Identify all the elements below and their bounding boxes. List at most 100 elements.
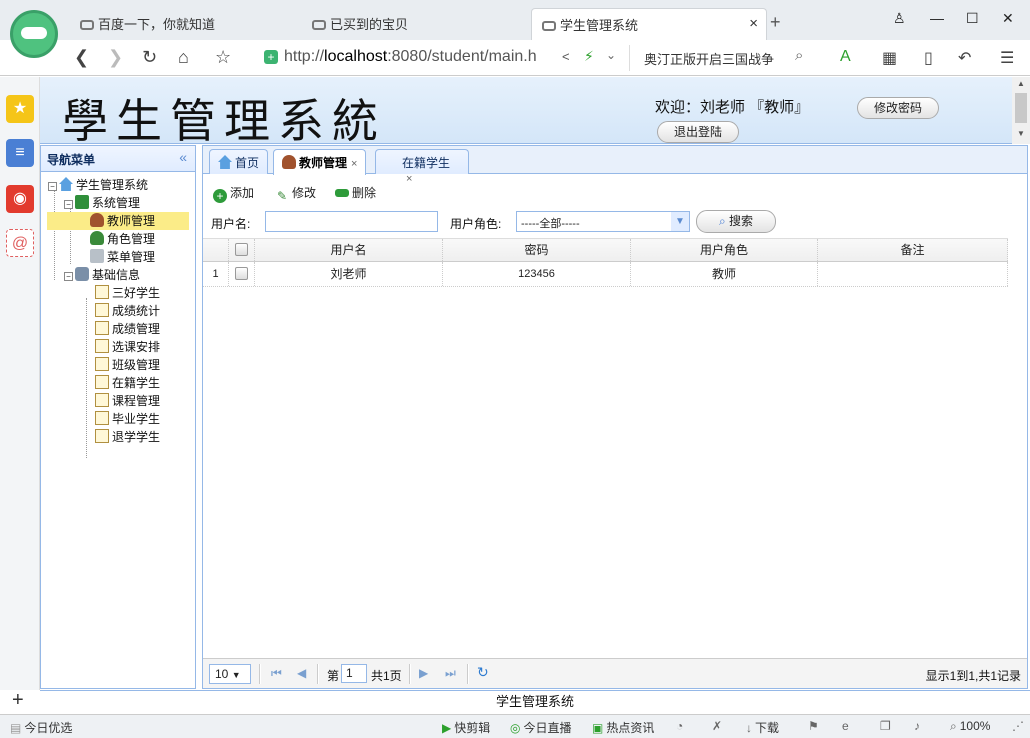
forward-icon[interactable]: ❯ bbox=[108, 47, 123, 68]
prev-page-icon[interactable]: ◀ bbox=[297, 666, 306, 680]
tree-item-role[interactable]: 角色管理 bbox=[90, 230, 155, 248]
tab-favicon-icon bbox=[80, 20, 94, 30]
tree-item-menu[interactable]: 菜单管理 bbox=[90, 248, 155, 266]
resize-grip-icon[interactable]: ⋰ bbox=[1012, 719, 1024, 733]
tab-enrolled-students[interactable]: 在籍学生× bbox=[375, 149, 469, 185]
collapse-toggle-icon[interactable]: − bbox=[64, 200, 73, 209]
quick-edit[interactable]: ▶ 快剪辑 bbox=[442, 719, 490, 736]
zoom-level[interactable]: ⌕ 100% bbox=[950, 719, 990, 734]
tab-teacher-manage[interactable]: 教师管理 × bbox=[273, 149, 367, 175]
last-page-icon[interactable]: ⏭ bbox=[445, 666, 456, 681]
apps-grid-icon[interactable]: ▦ bbox=[882, 48, 897, 68]
collapse-icon[interactable]: « bbox=[179, 149, 187, 165]
change-password-button[interactable]: 修改密码 bbox=[857, 97, 940, 119]
weibo-icon[interactable]: ◉ bbox=[6, 185, 34, 213]
select-all-checkbox[interactable] bbox=[229, 239, 255, 261]
tree-group-base[interactable]: − 基础信息 bbox=[64, 266, 140, 284]
tree-item-graduated[interactable]: 毕业学生 bbox=[95, 410, 160, 428]
tree-item-class-manage[interactable]: 班级管理 bbox=[95, 356, 160, 374]
back-icon[interactable]: ❮ bbox=[74, 47, 89, 68]
refresh-icon[interactable]: ↻ bbox=[477, 664, 489, 681]
favorites-icon[interactable]: ★ bbox=[6, 95, 34, 123]
star-icon[interactable]: ☆ bbox=[215, 47, 231, 68]
collapse-toggle-icon[interactable]: − bbox=[48, 182, 57, 191]
add-sidebar-icon[interactable]: + bbox=[12, 689, 24, 712]
maximize-icon[interactable]: ☐ bbox=[966, 10, 979, 27]
add-button[interactable]: + 添加 bbox=[213, 184, 254, 203]
picks-icon: ▤ bbox=[10, 721, 22, 735]
chevron-down-icon[interactable]: ⌄ bbox=[606, 48, 616, 62]
close-tab-icon[interactable]: × bbox=[351, 158, 357, 170]
url-field[interactable]: + http://localhost:8080/student/main.h <… bbox=[262, 45, 630, 71]
tree-item-course-manage[interactable]: 课程管理 bbox=[95, 392, 160, 410]
next-page-icon[interactable]: ▶ bbox=[419, 666, 428, 680]
search-icon[interactable]: ⌕ bbox=[795, 47, 803, 64]
home-icon[interactable]: ⌂ bbox=[178, 47, 189, 68]
search-suggestion[interactable]: 奥汀正版开启三国战争 bbox=[644, 49, 774, 68]
menu-icon[interactable]: ☰ bbox=[1000, 48, 1014, 68]
email-icon[interactable]: @ bbox=[6, 229, 34, 257]
tree-item-merit-students[interactable]: 三好学生 bbox=[95, 284, 160, 302]
table-row[interactable]: 1 刘老师 123456 教师 bbox=[203, 262, 1008, 287]
close-window-icon[interactable]: ✕ bbox=[1002, 10, 1014, 27]
edit-button[interactable]: ✎ 修改 bbox=[275, 184, 316, 203]
collapse-toggle-icon[interactable]: − bbox=[64, 272, 73, 281]
column-header-note[interactable]: 备注 bbox=[818, 239, 1008, 261]
lightning-icon[interactable]: ⚡ bbox=[584, 48, 594, 65]
browser-tab-purchased[interactable]: 已买到的宝贝 bbox=[302, 8, 528, 40]
tree-root[interactable]: − 学生管理系统 bbox=[48, 176, 148, 194]
page-number-input[interactable]: 1 bbox=[341, 664, 367, 683]
reader-icon[interactable]: ▯ bbox=[924, 48, 933, 68]
tree-item-course-schedule[interactable]: 选课安排 bbox=[95, 338, 160, 356]
tab-home[interactable]: 首页 bbox=[209, 149, 269, 174]
column-header-role[interactable]: 用户角色 bbox=[631, 239, 818, 261]
first-page-icon[interactable]: ⏮ bbox=[271, 666, 282, 681]
notes-icon[interactable]: ≡ bbox=[6, 139, 34, 167]
refresh-icon[interactable]: ↻ bbox=[142, 47, 157, 68]
delete-button[interactable]: 删除 bbox=[335, 184, 376, 201]
speed-icon[interactable]: ◔ bbox=[676, 719, 683, 733]
tool-icon[interactable]: ✗ bbox=[712, 719, 722, 733]
close-tab-icon[interactable]: × bbox=[749, 15, 758, 32]
new-tab-button[interactable]: + bbox=[770, 12, 781, 33]
tree-item-dropped[interactable]: 退学学生 bbox=[95, 428, 160, 446]
tree-item-score-manage[interactable]: 成绩管理 bbox=[95, 320, 160, 338]
volume-icon[interactable]: ♪ bbox=[914, 719, 920, 733]
page-size-select[interactable]: 10 ▼ bbox=[209, 664, 251, 684]
column-header-password[interactable]: 密码 bbox=[443, 239, 631, 261]
ie-icon[interactable]: e bbox=[842, 719, 849, 733]
role-label: 用户角色: bbox=[450, 217, 502, 231]
username-input[interactable] bbox=[265, 211, 438, 232]
daily-picks[interactable]: ▤ 今日优选 bbox=[10, 719, 72, 736]
file-icon bbox=[95, 429, 109, 443]
download[interactable]: ↓ 下载 bbox=[746, 719, 779, 736]
tree-item-enrolled[interactable]: 在籍学生 bbox=[95, 374, 160, 392]
logout-button[interactable]: 退出登陆 bbox=[657, 121, 740, 143]
share-icon[interactable]: < bbox=[562, 49, 570, 64]
browser-tab-baidu[interactable]: 百度一下，你就知道 bbox=[70, 8, 300, 40]
scroll-thumb[interactable] bbox=[1015, 93, 1027, 123]
window-icon[interactable]: ❐ bbox=[880, 719, 891, 733]
shirt-skin-icon[interactable]: ♙ bbox=[893, 10, 906, 27]
browser-tab-student-system[interactable]: 学生管理系统 × bbox=[531, 8, 767, 40]
tree-group-system[interactable]: − 系统管理 bbox=[64, 194, 140, 212]
hot-news[interactable]: ▣ 热点资讯 bbox=[592, 719, 654, 736]
search-button[interactable]: ⌕ 搜索 bbox=[696, 210, 776, 233]
scroll-up-icon[interactable]: ▲ bbox=[1017, 79, 1025, 88]
page-scrollbar[interactable]: ▲ ▼ bbox=[1012, 77, 1030, 144]
chevron-down-icon[interactable]: ▼ bbox=[671, 212, 689, 231]
scroll-down-icon[interactable]: ▼ bbox=[1017, 129, 1025, 138]
role-select[interactable]: -----全部----- ▼ bbox=[516, 211, 690, 232]
undo-icon[interactable]: ↶ bbox=[958, 48, 971, 68]
browser-logo-icon[interactable] bbox=[10, 10, 58, 58]
column-header-username[interactable]: 用户名 bbox=[255, 239, 443, 261]
minimize-icon[interactable]: — bbox=[930, 10, 944, 26]
flag-icon[interactable]: ⚑ bbox=[808, 719, 819, 733]
row-checkbox[interactable] bbox=[229, 262, 255, 286]
menu-icon bbox=[90, 249, 104, 263]
chevron-down-icon: ▼ bbox=[231, 670, 241, 680]
live-today[interactable]: ◎ 今日直播 bbox=[510, 719, 572, 736]
tree-item-teacher[interactable]: 教师管理 bbox=[47, 212, 189, 230]
translate-icon[interactable]: A bbox=[840, 48, 851, 66]
tree-item-score-stats[interactable]: 成绩统计 bbox=[95, 302, 160, 320]
